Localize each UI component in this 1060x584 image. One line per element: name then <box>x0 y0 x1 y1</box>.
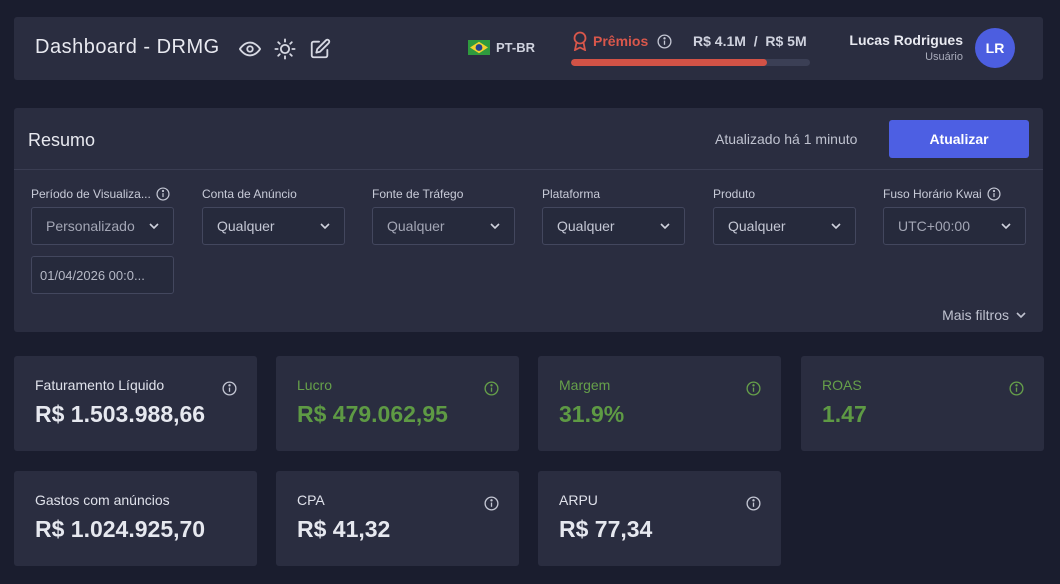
metric-value: R$ 1.503.988,66 <box>35 401 206 427</box>
filter-label: Fonte de Tráfego <box>372 187 464 201</box>
brazil-flag-icon <box>468 40 490 55</box>
metric-label: ROAS <box>822 377 862 393</box>
info-icon[interactable] <box>1009 381 1024 396</box>
info-icon[interactable] <box>222 381 237 396</box>
chevron-down-icon <box>320 223 330 230</box>
filter-5: Fuso Horário Kwai UTC+00:00 <box>883 186 1026 245</box>
filter-4: Produto Qualquer <box>713 186 856 245</box>
metric-card: Lucro R$ 479.062,95 <box>276 356 519 451</box>
chevron-down-icon <box>490 223 500 230</box>
more-filters-button[interactable]: Mais filtros <box>942 307 1027 323</box>
user-info[interactable]: Lucas Rodrigues Usuário <box>849 32 963 63</box>
chevron-down-icon <box>1001 223 1011 230</box>
filter-value: Personalizado <box>46 218 135 234</box>
metric-card: CPA R$ 41,32 <box>276 471 519 566</box>
filter-select[interactable]: Qualquer <box>713 207 856 245</box>
eye-icon[interactable] <box>239 38 261 60</box>
prize-progress-fill <box>571 59 767 66</box>
metric-value: 1.47 <box>822 401 867 427</box>
metric-label: Gastos com anúncios <box>35 492 170 508</box>
date-range-input[interactable]: 01/04/2026 00:0... <box>31 256 174 294</box>
filter-label: Plataforma <box>542 187 601 201</box>
page-title: Dashboard - DRMG <box>35 36 220 58</box>
info-icon[interactable] <box>746 496 761 511</box>
filter-select[interactable]: Personalizado <box>31 207 174 245</box>
summary-panel: Resumo Atualizado há 1 minuto Atualizar … <box>14 108 1043 332</box>
metric-value: R$ 479.062,95 <box>297 401 448 427</box>
filter-value: Qualquer <box>728 218 786 234</box>
filter-label: Fuso Horário Kwai <box>883 186 1026 202</box>
prize-target: R$ 5M <box>765 33 807 49</box>
refresh-button[interactable]: Atualizar <box>889 120 1029 158</box>
metric-label: Margem <box>559 377 611 393</box>
metric-card: ROAS 1.47 <box>801 356 1044 451</box>
chevron-down-icon <box>660 223 670 230</box>
metric-label: ARPU <box>559 492 598 508</box>
language-label: PT-BR <box>496 40 535 55</box>
metric-value: R$ 1.024.925,70 <box>35 516 206 542</box>
summary-header: Resumo Atualizado há 1 minuto Atualizar <box>14 108 1043 170</box>
info-icon[interactable] <box>156 187 170 201</box>
prize-separator: / <box>753 33 758 49</box>
info-icon[interactable] <box>484 381 499 396</box>
info-icon[interactable] <box>987 187 1001 201</box>
updated-text: Atualizado há 1 minuto <box>715 131 858 147</box>
metric-label: Faturamento Líquido <box>35 377 165 393</box>
chevron-down-icon <box>149 223 159 230</box>
summary-title: Resumo <box>28 130 96 150</box>
user-name: Lucas Rodrigues <box>849 32 963 48</box>
sun-icon[interactable] <box>274 38 296 60</box>
filter-value: UTC+00:00 <box>898 218 970 234</box>
more-filters-label: Mais filtros <box>942 307 1009 323</box>
metric-card: Gastos com anúncios R$ 1.024.925,70 <box>14 471 257 566</box>
filter-select[interactable]: Qualquer <box>202 207 345 245</box>
filter-value: Qualquer <box>557 218 615 234</box>
metric-value: R$ 77,34 <box>559 516 653 542</box>
chevron-down-icon <box>1016 312 1026 319</box>
edit-icon[interactable] <box>309 38 331 60</box>
filter-select[interactable]: UTC+00:00 <box>883 207 1026 245</box>
metric-value: 31.9% <box>559 401 625 427</box>
prize-progress-bar <box>571 59 810 66</box>
filter-value: Qualquer <box>217 218 275 234</box>
metric-card: ARPU R$ 77,34 <box>538 471 781 566</box>
avatar[interactable]: LR <box>975 28 1015 68</box>
info-icon[interactable] <box>484 496 499 511</box>
user-role: Usuário <box>925 51 963 63</box>
metric-card: Faturamento Líquido R$ 1.503.988,66 <box>14 356 257 451</box>
filter-2: Fonte de Tráfego Qualquer <box>372 186 515 245</box>
prize-widget[interactable]: Prêmios R$ 4.1M / R$ 5M <box>571 31 811 71</box>
award-icon <box>573 31 587 51</box>
info-icon[interactable] <box>746 381 761 396</box>
chevron-down-icon <box>831 223 841 230</box>
prize-current: R$ 4.1M <box>693 33 746 49</box>
prize-label: Prêmios <box>593 33 649 49</box>
filter-label: Produto <box>713 187 756 201</box>
prize-values: R$ 4.1M / R$ 5M <box>693 33 807 49</box>
metric-card: Margem 31.9% <box>538 356 781 451</box>
metric-label: Lucro <box>297 377 333 393</box>
filter-label: Período de Visualiza... <box>31 186 174 202</box>
filter-select[interactable]: Qualquer <box>542 207 685 245</box>
filter-value: Qualquer <box>387 218 445 234</box>
info-icon[interactable] <box>657 34 672 49</box>
filter-0: Período de Visualiza... Personalizado <box>31 186 174 245</box>
metric-value: R$ 41,32 <box>297 516 391 542</box>
filter-label: Conta de Anúncio <box>202 187 297 201</box>
filter-select[interactable]: Qualquer <box>372 207 515 245</box>
filter-3: Plataforma Qualquer <box>542 186 685 245</box>
top-bar: Dashboard - DRMG PT-BR Prêmios R$ 4.1M /… <box>14 17 1043 80</box>
metric-label: CPA <box>297 492 325 508</box>
filter-1: Conta de Anúncio Qualquer <box>202 186 345 245</box>
language-selector[interactable]: PT-BR <box>468 40 535 55</box>
